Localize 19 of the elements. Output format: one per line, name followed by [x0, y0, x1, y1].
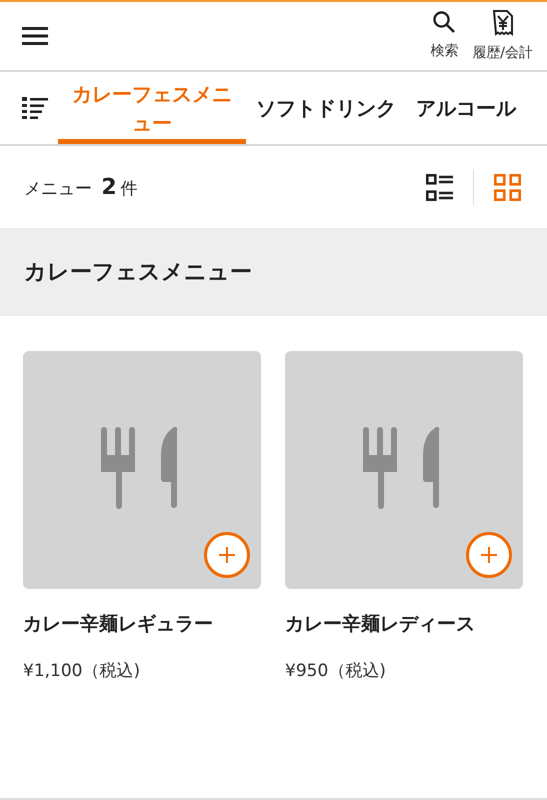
item-name: カレー辛麺レギュラー [23, 612, 214, 637]
grid-view-button[interactable] [494, 174, 521, 200]
plus-icon [217, 545, 237, 565]
header-action-button[interactable]: 履歴/会計 [472, 10, 533, 62]
item-name: カレー辛麺レディース [285, 612, 476, 637]
header-action-button[interactable]: 検索 [430, 10, 458, 62]
add-button[interactable] [466, 532, 512, 578]
menu-icon[interactable] [22, 26, 48, 46]
search-icon [432, 10, 456, 34]
category-tab[interactable]: ソフトドリンク [246, 72, 406, 144]
section-title: カレーフェスメニュー [24, 259, 252, 287]
item-price: ¥1,100（税込) [23, 660, 142, 682]
category-list-icon[interactable] [22, 96, 48, 120]
category-tab[interactable]: アルコール [406, 72, 526, 144]
plus-icon [479, 545, 499, 565]
list-view-button[interactable] [426, 174, 453, 200]
item-price: ¥950（税込) [285, 660, 387, 682]
add-button[interactable] [204, 532, 250, 578]
receipt-icon [492, 10, 514, 36]
